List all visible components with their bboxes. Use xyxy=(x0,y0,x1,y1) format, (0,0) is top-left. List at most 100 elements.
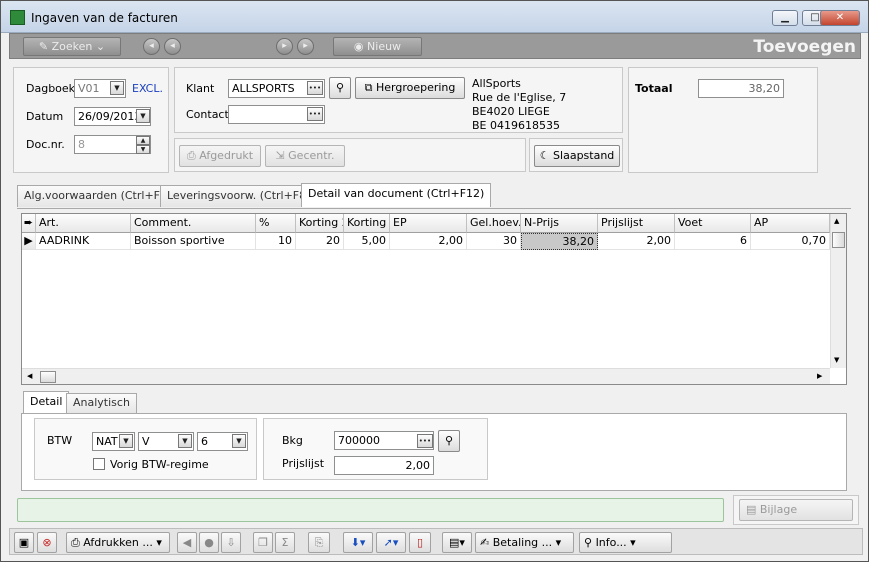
next-record-icon[interactable]: ▸ xyxy=(276,38,293,55)
grid-header-ap[interactable]: AP xyxy=(751,214,830,233)
tab-analytisch[interactable]: Analytisch xyxy=(66,393,137,413)
app-icon xyxy=(10,10,25,25)
row-pointer-icon: ▶ xyxy=(22,233,36,250)
detail-grid[interactable]: ➨ Art. Comment. % Korting 2 Korting € EP… xyxy=(21,213,847,385)
documents-icon[interactable]: ⎘ xyxy=(308,532,330,553)
afgedrukt-button[interactable]: ⎙ Afgedrukt xyxy=(179,145,261,167)
table-cell-selected[interactable]: 38,20 xyxy=(521,233,598,250)
table-cell[interactable]: 2,00 xyxy=(598,233,675,250)
nav-down-icon[interactable]: ⇩ xyxy=(221,532,241,553)
customer-panel: Klant ALLSPORTS ••• ⚲ ⧉ Hergroepering Co… xyxy=(174,67,623,133)
tab-alg-voorwaarden[interactable]: Alg.voorwaarden (Ctrl+F7) xyxy=(17,185,179,207)
afdrukken-button[interactable]: ⎙ Afdrukken ... ▾ xyxy=(66,532,170,553)
grid-header-prijslijst[interactable]: Prijslijst xyxy=(598,214,675,233)
lookup-icon[interactable]: ⚲ xyxy=(438,430,460,452)
scroll-up-icon[interactable]: ▲ xyxy=(834,217,839,225)
contact-label: Contact xyxy=(186,108,229,121)
more-icon[interactable]: ••• xyxy=(307,81,323,95)
more-icon[interactable]: ••• xyxy=(307,107,323,121)
table-cell[interactable]: AADRINK xyxy=(36,233,131,250)
document-menu-icon[interactable]: ▤▾ xyxy=(442,532,472,553)
window-title: Ingaven van de facturen xyxy=(31,11,178,25)
table-cell[interactable]: 0,70 xyxy=(751,233,830,250)
cancel-icon[interactable]: ⊗ xyxy=(37,532,57,553)
copy-icon[interactable]: ❐ xyxy=(253,532,273,553)
minimize-button[interactable]: ▁ xyxy=(772,10,798,26)
chevron-down-icon: ▾ xyxy=(552,536,562,549)
search-button[interactable]: ✎ Zoeken ⌄ xyxy=(23,37,121,56)
scroll-left-icon[interactable]: ◀ xyxy=(27,372,32,380)
lookup-icon[interactable]: ⚲ xyxy=(329,77,351,99)
chevron-down-icon[interactable]: ▼ xyxy=(119,434,133,448)
regroup-icon: ⧉ xyxy=(364,81,376,94)
grid-header-voet[interactable]: Voet xyxy=(675,214,751,233)
nav-previous-icon[interactable]: ◀ xyxy=(177,532,197,553)
vertical-scrollbar[interactable]: ▲ ▼ xyxy=(830,214,846,368)
table-cell[interactable]: 2,00 xyxy=(390,233,467,250)
more-icon[interactable]: ••• xyxy=(417,434,433,448)
close-button[interactable]: ✕ xyxy=(820,10,860,26)
table-cell[interactable]: 5,00 xyxy=(344,233,390,250)
grid-header-gelhoev[interactable]: Gel.hoev. xyxy=(467,214,521,233)
chevron-down-icon[interactable]: ▼ xyxy=(178,434,192,448)
chevron-down-icon: ▾ xyxy=(152,536,162,549)
address-line-2: Rue de l'Eglise, 7 xyxy=(472,91,567,104)
save-icon[interactable]: ▣ xyxy=(14,532,34,553)
table-cell[interactable]: 6 xyxy=(675,233,751,250)
info-button[interactable]: ⚲ Info... ▾ xyxy=(579,532,672,553)
tab-detail[interactable]: Detail xyxy=(23,391,70,415)
chevron-down-icon[interactable]: ▼ xyxy=(110,81,124,95)
sum-icon[interactable]: Σ xyxy=(275,532,295,553)
table-cell[interactable]: 20 xyxy=(296,233,344,250)
tab-leveringsvoorw[interactable]: Leveringsvoorw. (Ctrl+F8) xyxy=(160,185,318,207)
grid-header-korting2[interactable]: Korting 2 xyxy=(296,214,344,233)
first-record-icon[interactable]: ◂ xyxy=(143,38,160,55)
gecentr-button[interactable]: ⇲ Gecentr. xyxy=(265,145,345,167)
title-bar: Ingaven van de facturen ▁ □ ✕ xyxy=(1,1,868,33)
slaapstand-button[interactable]: ☾ Slaapstand xyxy=(534,145,620,167)
spin-up-icon[interactable]: ▲ xyxy=(136,136,150,145)
grid-header-ep[interactable]: EP xyxy=(390,214,467,233)
moon-icon: ☾ xyxy=(539,149,554,162)
grid-header-korting-eur[interactable]: Korting € xyxy=(344,214,390,233)
table-cell[interactable]: 10 xyxy=(256,233,296,250)
vorig-btw-label: Vorig BTW-regime xyxy=(110,458,209,471)
grid-header-nprijs[interactable]: N-Prijs xyxy=(521,214,598,233)
address-line-1: AllSports xyxy=(472,77,521,90)
scroll-down-icon[interactable]: ▼ xyxy=(834,356,839,364)
chevron-down-icon[interactable]: ▼ xyxy=(232,434,246,448)
totaal-field: 38,20 xyxy=(698,79,784,98)
import-icon[interactable]: ⬇▾ xyxy=(343,532,373,553)
payment-icon: ✍ xyxy=(480,536,493,549)
attachment-icon: ▤ xyxy=(746,503,760,516)
grid-header-comment[interactable]: Comment. xyxy=(131,214,256,233)
prijslijst-label: Prijslijst xyxy=(282,457,325,470)
new-button[interactable]: ◉ Nieuw xyxy=(333,37,422,56)
scroll-right-icon[interactable]: ▶ xyxy=(817,372,822,380)
table-cell[interactable]: 30 xyxy=(467,233,521,250)
betaling-button[interactable]: ✍ Betaling ... ▾ xyxy=(475,532,574,553)
previous-record-icon[interactable]: ◂ xyxy=(164,38,181,55)
delete-doc-icon[interactable]: ▯ xyxy=(409,532,431,553)
prijslijst-field[interactable]: 2,00 xyxy=(334,456,434,475)
horizontal-scrollbar[interactable]: ◀ ▶ xyxy=(22,368,830,384)
vorig-btw-checkbox[interactable] xyxy=(93,458,105,470)
nav-stop-icon[interactable]: ● xyxy=(199,532,219,553)
spin-down-icon[interactable]: ▼ xyxy=(136,145,150,154)
last-record-icon[interactable]: ▸ xyxy=(297,38,314,55)
bijlage-button[interactable]: ▤ Bijlage xyxy=(739,499,853,521)
new-icon: ◉ xyxy=(353,40,368,53)
scroll-thumb[interactable] xyxy=(832,232,845,248)
scroll-thumb-h[interactable] xyxy=(40,371,56,383)
grid-header-art[interactable]: Art. xyxy=(36,214,131,233)
search-icon: ✎ xyxy=(38,40,52,53)
export-icon[interactable]: ➚▾ xyxy=(376,532,406,553)
tab-detail-document[interactable]: Detail van document (Ctrl+F12) xyxy=(301,183,492,207)
chevron-down-icon[interactable]: ▼ xyxy=(136,109,150,123)
hergroepering-button[interactable]: ⧉ Hergroepering xyxy=(355,77,465,99)
totaal-label: Totaal xyxy=(635,82,673,95)
printer-icon: ⎙ xyxy=(186,149,200,162)
table-cell[interactable]: Boisson sportive xyxy=(131,233,256,250)
sleep-panel: ☾ Slaapstand xyxy=(529,138,623,172)
grid-header-pct[interactable]: % xyxy=(256,214,296,233)
